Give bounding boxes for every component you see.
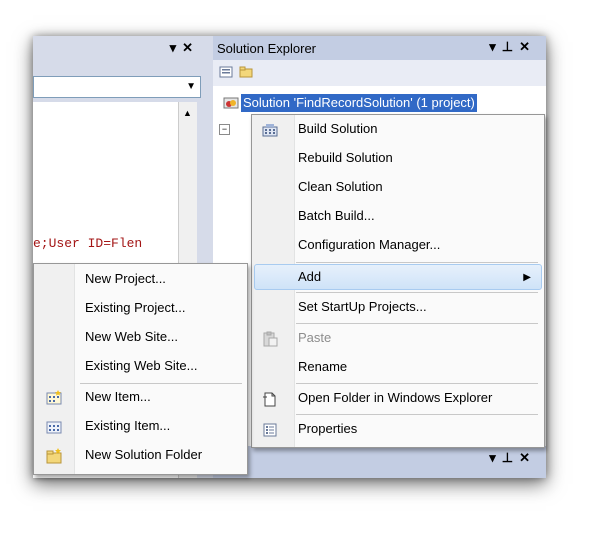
menu-item-add[interactable]: Add ▶: [254, 264, 542, 290]
properties-icon: [263, 423, 277, 437]
menu-item-clean-solution[interactable]: Clean Solution: [254, 175, 542, 201]
menu-item-set-startup-projects[interactable]: Set StartUp Projects...: [254, 295, 542, 321]
menu-item-label: Batch Build...: [298, 208, 375, 223]
menu-item-properties[interactable]: Properties: [254, 417, 542, 443]
code-line: e;User ID=Flen: [33, 236, 143, 251]
properties-window-buttons[interactable]: ▾⊥✕: [489, 450, 536, 466]
menu-item-label: Rename: [298, 359, 348, 374]
menu-separator: [296, 323, 538, 324]
menu-item-rename[interactable]: Rename: [254, 355, 542, 381]
submenu-item-existing-project[interactable]: Existing Project...: [36, 296, 245, 322]
menu-item-label: Open Folder in Windows Explorer: [298, 390, 493, 405]
menu-item-label: Configuration Manager...: [298, 237, 441, 252]
solution-label[interactable]: Solution 'FindRecordSolution' (1 project…: [241, 94, 477, 112]
menu-item-label: Build Solution: [298, 121, 378, 136]
solution-icon: [223, 97, 239, 109]
submenu-item-new-web-site[interactable]: New Web Site...: [36, 325, 245, 351]
menu-item-label: Existing Item...: [85, 418, 171, 433]
solution-explorer-toolbar: [213, 60, 546, 86]
build-icon: [262, 124, 278, 137]
editor-header: ▾✕: [33, 36, 205, 60]
submenu-item-existing-web-site[interactable]: Existing Web Site...: [36, 354, 245, 380]
paste-icon: [263, 331, 278, 347]
menu-separator: [296, 292, 538, 293]
menu-item-label: New Item...: [85, 389, 151, 404]
menu-item-label: Existing Web Site...: [85, 358, 198, 373]
menu-item-build-solution[interactable]: Build Solution: [254, 117, 542, 143]
menu-item-batch-build[interactable]: Batch Build...: [254, 204, 542, 230]
chevron-down-icon[interactable]: ▼: [186, 81, 196, 92]
existing-item-icon: [46, 421, 62, 434]
menu-item-label: Existing Project...: [85, 300, 186, 315]
member-dropdown[interactable]: ▼: [33, 76, 201, 98]
submenu-arrow-icon: ▶: [523, 272, 531, 283]
panel-window-buttons[interactable]: ▾⊥✕: [489, 39, 536, 55]
properties-icon[interactable]: [219, 66, 233, 78]
menu-item-paste[interactable]: Paste: [254, 326, 542, 352]
add-submenu: New Project... Existing Project... New W…: [33, 263, 248, 475]
menu-separator: [296, 262, 538, 263]
menu-separator: [296, 414, 538, 415]
submenu-item-new-solution-folder[interactable]: New Solution Folder: [36, 443, 245, 469]
menu-item-configuration-manager[interactable]: Configuration Manager...: [254, 233, 542, 259]
scroll-up-icon[interactable]: ▲: [183, 108, 192, 118]
menu-item-label: Set StartUp Projects...: [298, 299, 427, 314]
properties-titlebar: erties ▾⊥✕: [213, 446, 546, 478]
submenu-item-existing-item[interactable]: Existing Item...: [36, 414, 245, 440]
solution-explorer-titlebar: Solution Explorer ▾⊥✕: [213, 36, 546, 60]
new-folder-icon: [46, 448, 62, 464]
solution-explorer-title: Solution Explorer: [217, 41, 316, 56]
editor-window-buttons[interactable]: ▾✕: [170, 40, 199, 56]
menu-item-label: Clean Solution: [298, 179, 383, 194]
new-item-icon: [46, 390, 62, 405]
menu-item-label: New Web Site...: [85, 329, 178, 344]
new-folder-icon[interactable]: [239, 66, 253, 78]
menu-item-label: Properties: [298, 421, 358, 436]
menu-item-label: Rebuild Solution: [298, 150, 393, 165]
open-folder-icon: [263, 392, 276, 407]
menu-separator: [296, 383, 538, 384]
tree-collapse-icon[interactable]: −: [219, 124, 230, 135]
menu-item-label: Paste: [298, 330, 332, 345]
menu-separator: [80, 383, 242, 384]
menu-item-open-folder[interactable]: Open Folder in Windows Explorer: [254, 386, 542, 412]
submenu-item-new-project[interactable]: New Project...: [36, 267, 245, 293]
menu-item-rebuild-solution[interactable]: Rebuild Solution: [254, 146, 542, 172]
menu-item-label: Add: [298, 269, 322, 284]
menu-item-label: New Solution Folder: [85, 447, 203, 462]
menu-item-label: New Project...: [85, 271, 166, 286]
submenu-item-new-item[interactable]: New Item...: [36, 385, 245, 411]
solution-context-menu: Build Solution Rebuild Solution Clean So…: [251, 114, 545, 448]
